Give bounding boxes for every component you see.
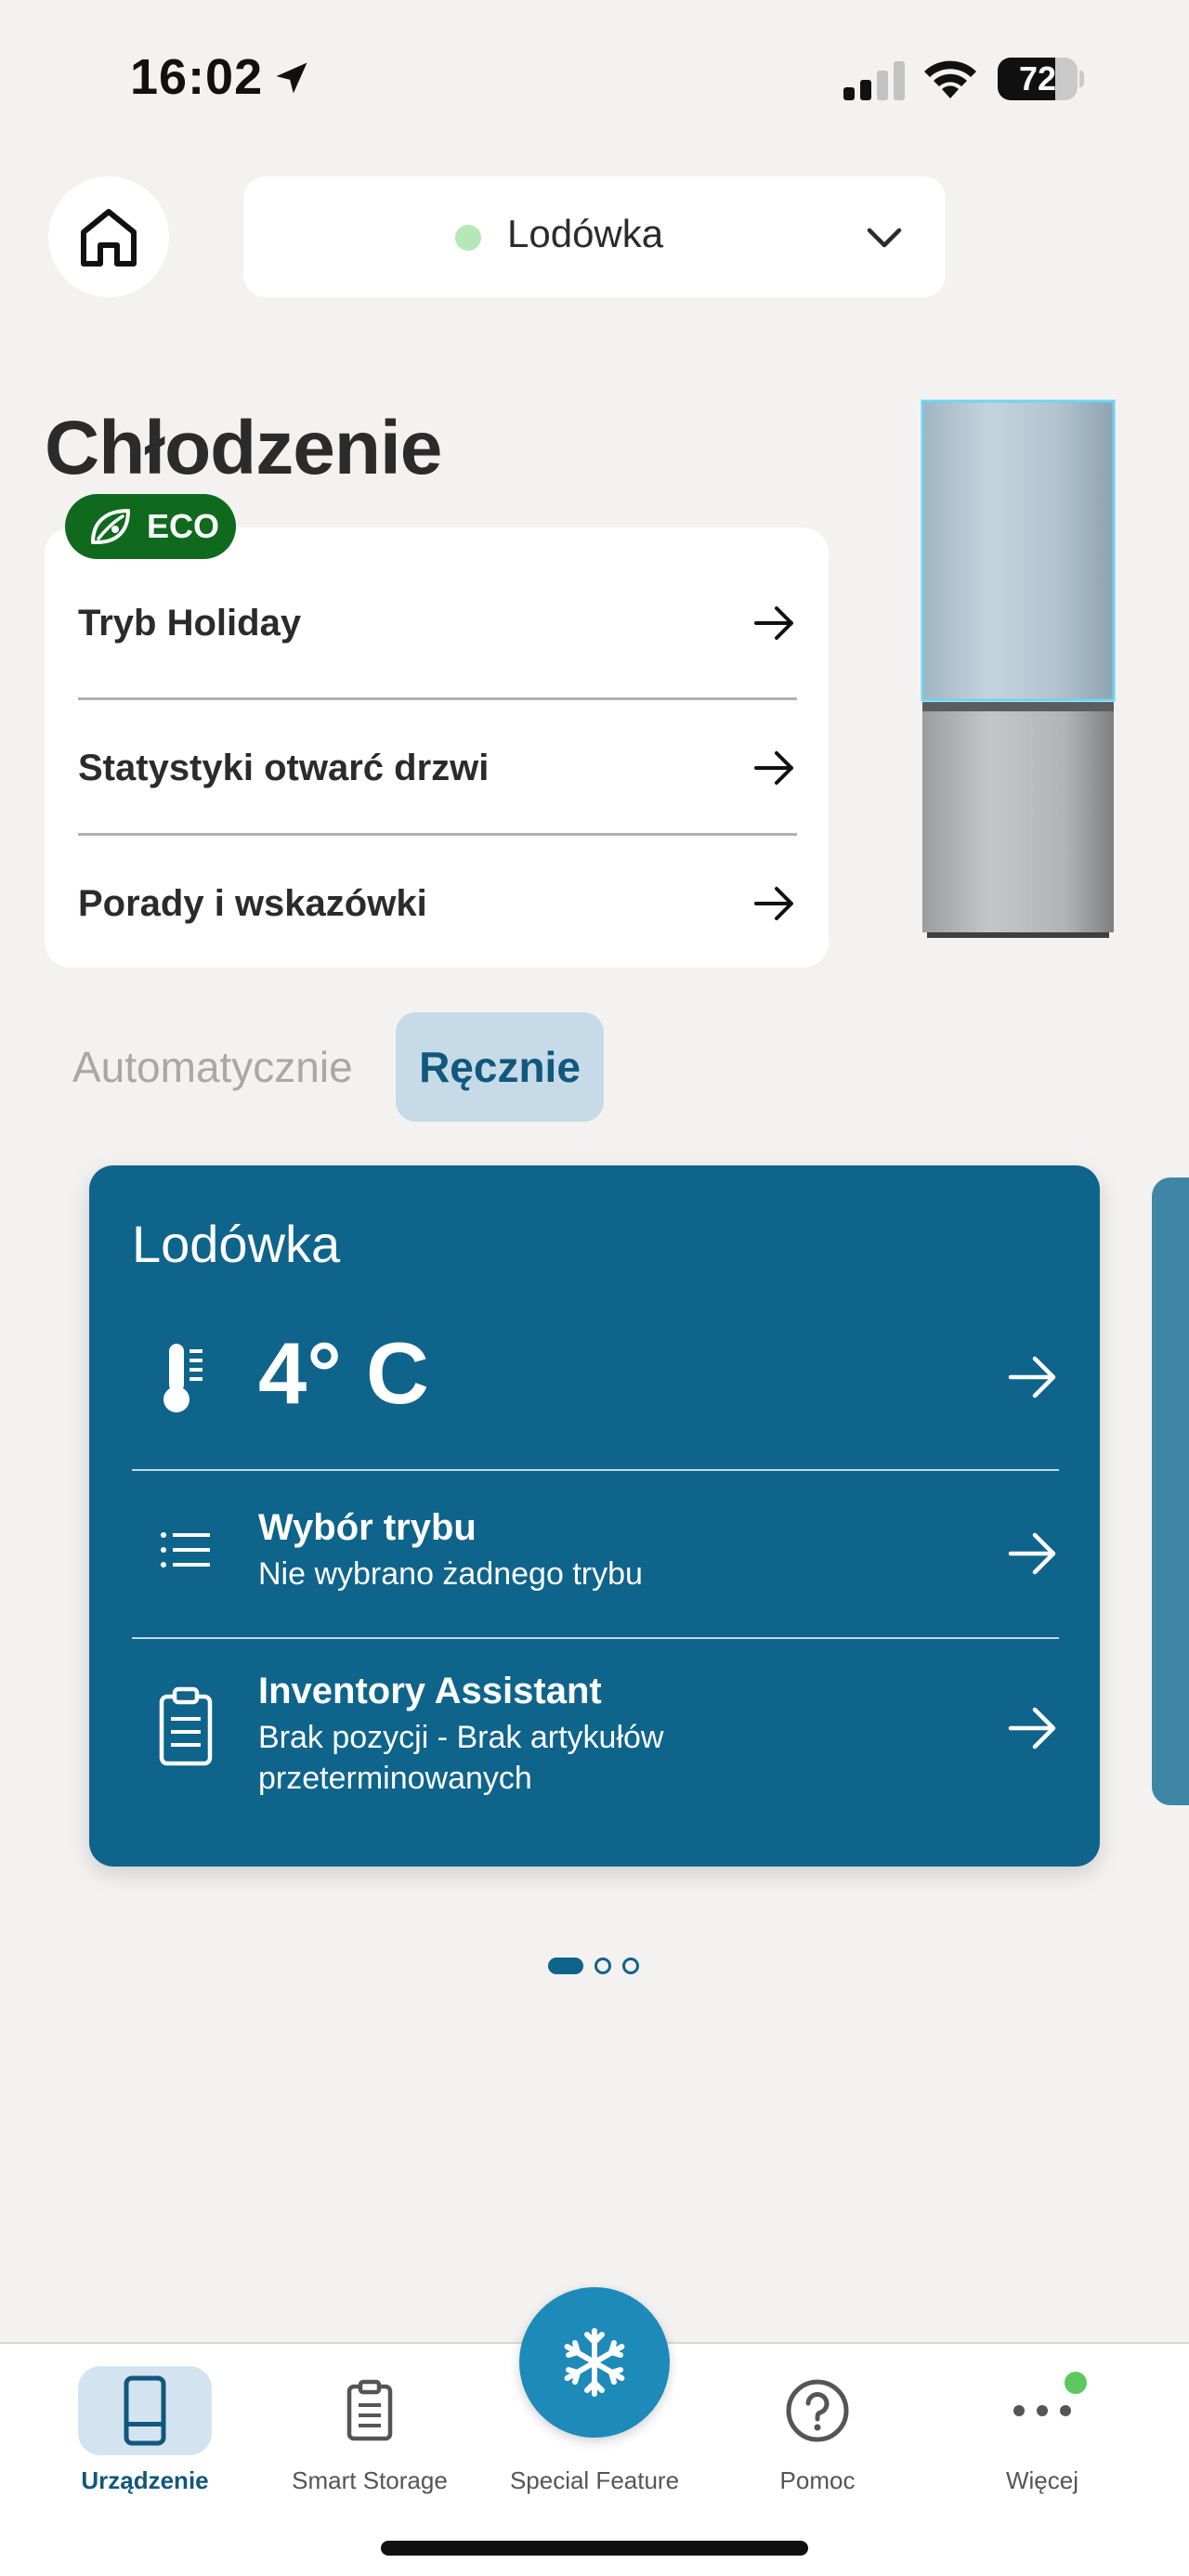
clipboard-icon — [159, 1686, 213, 1766]
device-selector[interactable]: Lodówka — [243, 176, 946, 297]
arrow-right-icon — [1008, 1532, 1056, 1575]
thermometer-icon — [163, 1344, 203, 1412]
menu-item-tips[interactable]: Porady i wskazówki — [78, 836, 797, 971]
mode-automatic-tab[interactable]: Automatycznie — [72, 1042, 353, 1092]
page-title: Chłodzenie — [45, 406, 442, 490]
eco-badge[interactable]: ECO — [65, 494, 236, 559]
pager-dot-active[interactable] — [548, 1958, 583, 1974]
help-icon — [786, 2379, 849, 2442]
location-arrow-icon — [276, 62, 307, 94]
nav-label: Więcej — [1005, 2466, 1078, 2494]
nav-item-device[interactable]: Urządzenie — [43, 2344, 247, 2530]
card-title: Lodówka — [132, 1215, 341, 1273]
carousel-pager — [548, 1956, 641, 1976]
more-icon — [1013, 2405, 1071, 2416]
inventory-title: Inventory Assistant — [258, 1671, 602, 1711]
special-feature-button[interactable] — [519, 2287, 670, 2438]
menu-item-label: Tryb Holiday — [78, 602, 302, 644]
chevron-down-icon — [867, 228, 902, 248]
arrow-right-icon — [754, 887, 793, 920]
pager-dot[interactable] — [594, 1958, 611, 1974]
fridge-control-card: Lodówka 4° C Wybór trybu Nie wybrano żad… — [89, 1165, 1100, 1867]
home-icon — [81, 209, 137, 267]
battery-indicator: 72 — [998, 58, 1084, 100]
nav-label: Smart Storage — [292, 2466, 448, 2494]
nav-item-more[interactable]: Więcej — [940, 2344, 1144, 2530]
home-button[interactable] — [48, 176, 169, 297]
menu-item-label: Statystyki otwarć drzwi — [78, 747, 490, 788]
inventory-assistant-row[interactable]: Inventory Assistant Brak pozycji - Brak … — [132, 1639, 1061, 1843]
arrow-right-icon — [1008, 1356, 1056, 1399]
notification-dot — [1065, 2372, 1087, 2394]
home-indicator — [381, 2541, 808, 2556]
mode-title: Wybór trybu — [258, 1507, 477, 1548]
battery-percent: 72 — [1018, 59, 1057, 98]
temperature-value: 4° C — [258, 1324, 429, 1422]
next-card-peek[interactable] — [1152, 1177, 1189, 1805]
fridge-icon — [124, 2375, 166, 2446]
mode-selection-row[interactable]: Wybór trybu Nie wybrano żadnego trybu — [132, 1472, 1061, 1637]
menu-item-door-stats[interactable]: Statystyki otwarć drzwi — [78, 700, 797, 836]
clipboard-icon — [346, 2379, 393, 2441]
device-name: Lodówka — [507, 212, 664, 255]
device-status-dot — [455, 225, 481, 251]
inventory-subtitle: Brak pozycji - Brak artykułów przetermin… — [258, 1720, 664, 1796]
menu-item-label: Porady i wskazówki — [78, 882, 427, 924]
nav-item-help[interactable]: Pomoc — [715, 2344, 920, 2530]
pager-dot[interactable] — [622, 1958, 639, 1974]
mode-subtitle: Nie wybrano żadnego trybu — [258, 1556, 643, 1592]
wifi-icon — [924, 60, 976, 98]
eco-label: ECO — [147, 507, 220, 545]
status-bar: 16:02 72 — [0, 0, 1189, 158]
arrow-right-icon — [754, 751, 793, 785]
status-time: 16:02 — [130, 49, 264, 105]
nav-item-smart-storage[interactable]: Smart Storage — [268, 2344, 472, 2530]
eco-leaf-icon — [91, 509, 130, 544]
snowflake-icon — [564, 2328, 625, 2397]
temperature-row[interactable]: 4° C — [132, 1312, 1061, 1442]
mode-manual-tab[interactable]: Ręcznie — [396, 1012, 604, 1122]
fridge-illustration[interactable] — [920, 399, 1117, 942]
divider — [132, 1469, 1059, 1471]
menu-item-holiday[interactable]: Tryb Holiday — [78, 555, 797, 691]
nav-label: Urządzenie — [81, 2466, 209, 2494]
nav-label: Pomoc — [779, 2466, 856, 2494]
nav-label: Special Feature — [509, 2466, 680, 2494]
cellular-signal-icon — [843, 61, 905, 100]
list-icon — [161, 1532, 210, 1568]
arrow-right-icon — [1008, 1707, 1056, 1750]
arrow-right-icon — [754, 606, 793, 640]
cooling-menu-card: Tryb Holiday Statystyki otwarć drzwi Por… — [45, 527, 829, 968]
